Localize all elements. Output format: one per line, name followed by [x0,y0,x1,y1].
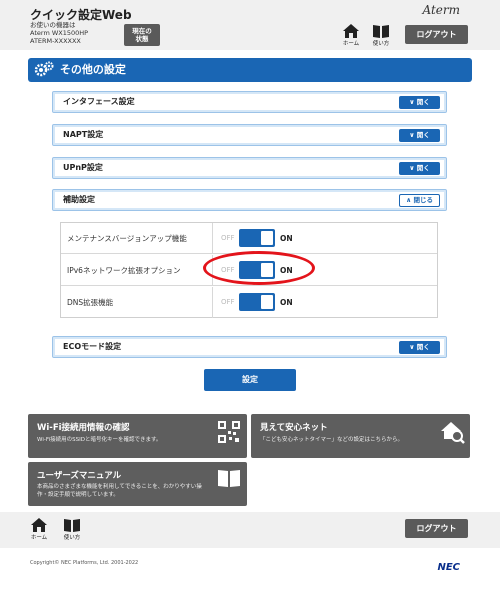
user-manual-panel[interactable]: ユーザーズマニュアル 本商品のさまざまな機能を利用してできることを、わかりやすい… [28,462,247,506]
footer-help-button[interactable]: 使い方 [61,518,83,541]
home-icon [31,518,47,532]
section-title-bar: その他の設定 [28,58,472,82]
home-icon [343,24,359,38]
home-button[interactable]: ホーム [340,24,362,47]
aux-row-dns: DNS拡張機能 OFF ON [61,287,437,318]
aux-row-maintenance: メンテナンスバージョンアップ機能 OFF ON [61,223,437,254]
expand-button[interactable]: ∨ 開く [399,341,440,354]
gears-icon [34,61,54,77]
qr-code-icon [218,421,240,443]
expand-button[interactable]: ∨ 開く [399,129,440,142]
book-icon [218,470,240,487]
help-button[interactable]: 使い方 [370,24,392,47]
accordion-interface[interactable]: インタフェース設定 ∨ 開く [52,91,447,113]
wifi-info-panel[interactable]: Wi-Fi接続用情報の確認 Wi-Fi接続用のSSIDと暗号化キーを確認できます… [28,414,247,458]
dns-toggle[interactable] [239,293,275,311]
accordion-aux[interactable]: 補助設定 ∧ 閉じる [52,189,447,211]
copyright-text: Copyright© NEC Platforms, Ltd. 2001-2022 [30,560,139,566]
header-bar: クイック設定Web お使いの機器は Aterm WX1500HP ATERM-X… [0,0,500,50]
accordion-napt[interactable]: NAPT設定 ∨ 開く [52,124,447,146]
highlight-ellipse [203,251,315,285]
toggle-knob [261,231,273,245]
accordion-eco[interactable]: ECOモード設定 ∨ 開く [52,336,447,358]
book-icon [64,519,80,532]
logout-button[interactable]: ログアウト [405,25,468,44]
apply-button[interactable]: 設定 [204,369,296,391]
footer-home-button[interactable]: ホーム [28,518,50,541]
footer-bar: ホーム 使い方 ログアウト [0,512,500,548]
collapse-button[interactable]: ∧ 閉じる [399,194,440,207]
toggle-knob [261,295,273,309]
maintenance-toggle[interactable] [239,229,275,247]
expand-button[interactable]: ∨ 開く [399,96,440,109]
footer-logout-button[interactable]: ログアウト [405,519,468,538]
nec-logo: NEC [437,562,460,573]
accordion-upnp[interactable]: UPnP設定 ∨ 開く [52,157,447,179]
expand-button[interactable]: ∨ 開く [399,162,440,175]
current-status-button[interactable]: 現在の 状態 [124,24,160,46]
safe-net-panel[interactable]: 見えて安心ネット 「こども安心ネットタイマー」などの設定はこちらから。 [251,414,470,458]
brand-logo: Aterm [422,3,461,17]
home-search-icon [441,422,465,444]
device-info: お使いの機器は Aterm WX1500HP ATERM-XXXXXX [30,21,89,45]
book-icon [373,25,389,38]
